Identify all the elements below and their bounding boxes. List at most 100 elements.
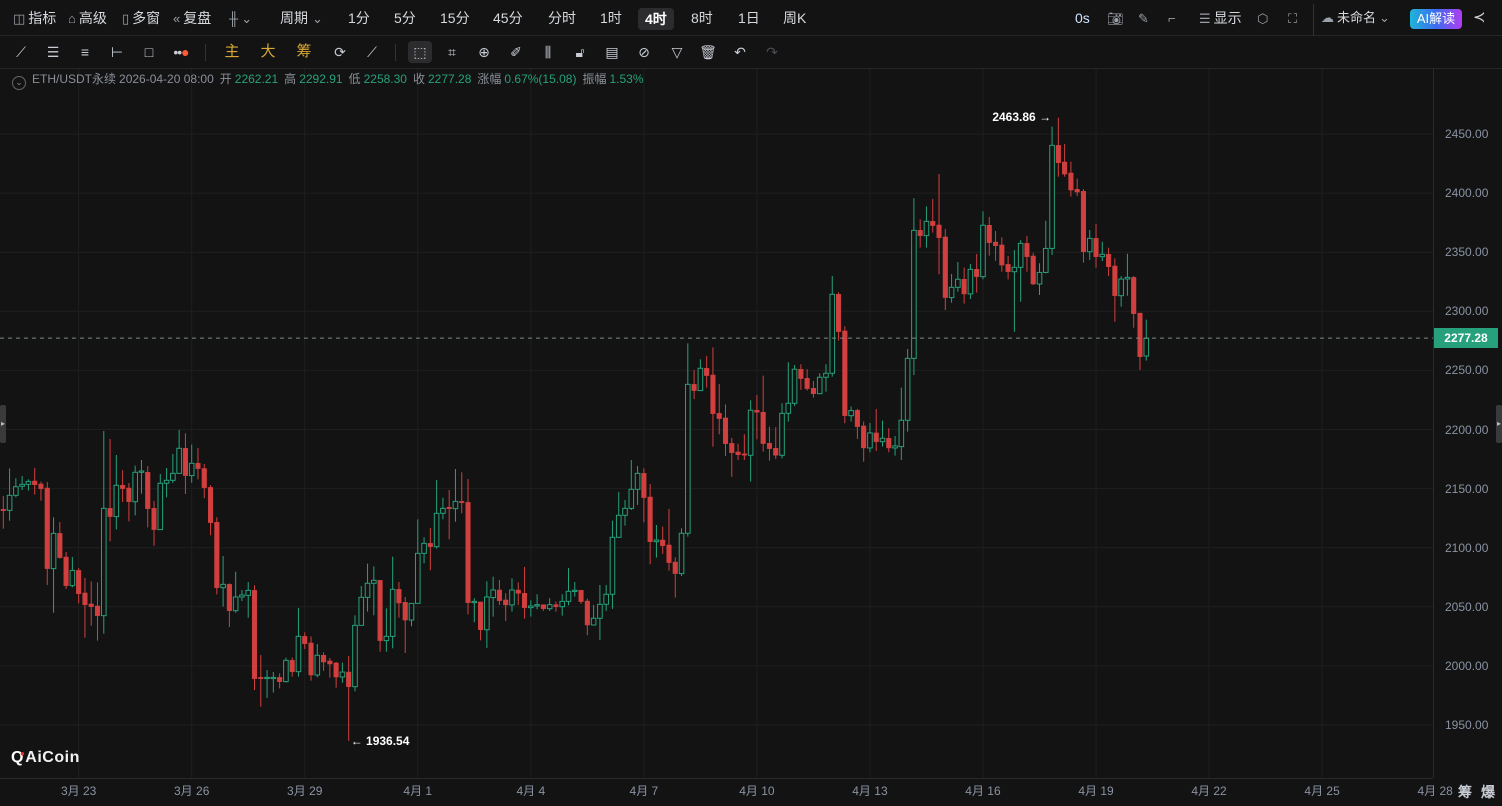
candle[interactable] — [867, 422, 873, 453]
trend-line-tool[interactable]: ⟋ — [9, 41, 33, 63]
collapse-chevron-icon[interactable]: ⌄ — [12, 76, 26, 90]
candle[interactable] — [1062, 144, 1068, 177]
candle[interactable] — [245, 581, 252, 618]
candle[interactable] — [188, 444, 195, 483]
multi-window-button[interactable]: ▯ 多窗 — [122, 0, 160, 36]
interval-1d[interactable]: 1日 — [738, 0, 760, 36]
candle[interactable] — [100, 431, 107, 634]
candle[interactable] — [182, 433, 188, 495]
link-tool[interactable]: ⊘ — [632, 41, 656, 63]
candle[interactable] — [779, 403, 785, 459]
chips-distribution-button[interactable]: 筹 — [1458, 782, 1472, 802]
filter-tool[interactable]: ▽ — [665, 41, 689, 63]
display-button[interactable]: ☰ 显示 — [1199, 0, 1242, 36]
candle[interactable] — [917, 219, 923, 248]
candle[interactable] — [433, 479, 440, 549]
candle[interactable] — [553, 601, 559, 612]
candle[interactable] — [232, 571, 239, 613]
template-tool[interactable]: ▤ — [600, 41, 624, 63]
candle[interactable] — [936, 173, 942, 275]
candle[interactable] — [346, 655, 352, 741]
candle-marker-tool[interactable]: ⫼ — [536, 41, 560, 63]
candle[interactable] — [992, 231, 999, 261]
candle[interactable] — [660, 526, 666, 554]
candle[interactable] — [1112, 258, 1118, 322]
candle[interactable] — [157, 473, 164, 531]
interval-1w[interactable]: 周K — [783, 0, 806, 36]
candle[interactable] — [239, 590, 245, 602]
interval-1h[interactable]: 1时 — [600, 0, 622, 36]
candle[interactable] — [540, 604, 546, 611]
candle[interactable] — [528, 600, 534, 617]
candle[interactable] — [270, 671, 277, 693]
candle[interactable] — [1042, 220, 1049, 274]
candle[interactable] — [1080, 189, 1087, 263]
parallel-channel-tool[interactable]: ☰ — [41, 41, 65, 63]
candle[interactable] — [396, 581, 402, 618]
candle[interactable] — [88, 581, 94, 626]
sync-drawing-tool[interactable]: ⟳ — [328, 41, 352, 63]
candle[interactable] — [735, 443, 741, 460]
candle[interactable] — [722, 404, 729, 456]
delete-tool[interactable]: 🗑︎ — [696, 41, 720, 63]
candle[interactable] — [120, 470, 126, 502]
period-dropdown[interactable]: 周期 ⌄ — [280, 0, 326, 36]
interval-4h[interactable]: 4时 — [638, 8, 674, 30]
candle[interactable] — [57, 522, 63, 559]
candle[interactable] — [948, 273, 955, 303]
liquidation-button[interactable]: 爆 — [1481, 782, 1495, 802]
candle[interactable] — [559, 594, 566, 616]
select-tool[interactable]: ⬚ — [408, 41, 432, 63]
candle[interactable] — [615, 492, 622, 538]
magnet-tool[interactable]: ✐ — [504, 41, 528, 63]
candle[interactable] — [653, 525, 660, 558]
candle[interactable] — [1086, 229, 1093, 261]
candle[interactable] — [942, 228, 948, 310]
candle[interactable] — [132, 465, 138, 516]
candle[interactable] — [414, 519, 421, 604]
candle[interactable] — [521, 566, 528, 619]
indicator-button[interactable]: ◫ 指标 — [13, 0, 56, 36]
right-panel-handle[interactable]: ▸ — [1496, 405, 1502, 443]
big-order-tool[interactable]: 大 — [256, 41, 280, 63]
candle[interactable] — [333, 661, 339, 688]
candle[interactable] — [848, 406, 854, 422]
candle[interactable] — [226, 583, 232, 628]
candlestick-chart[interactable] — [0, 69, 1433, 778]
candle[interactable] — [816, 373, 823, 395]
candle[interactable] — [861, 421, 867, 462]
candle[interactable] — [1068, 161, 1074, 197]
candle[interactable] — [314, 644, 321, 678]
candle[interactable] — [50, 517, 57, 613]
candle[interactable] — [446, 490, 452, 540]
candle[interactable] — [1124, 253, 1131, 296]
candle[interactable] — [289, 657, 295, 677]
candle[interactable] — [1137, 312, 1143, 371]
horizontal-lines-tool[interactable]: ≡ — [73, 41, 97, 63]
candle[interactable] — [798, 364, 804, 390]
candle[interactable] — [741, 434, 747, 460]
settings-button[interactable]: ⬡ — [1257, 0, 1271, 36]
candle[interactable] — [459, 472, 465, 514]
more-tools-button[interactable]: ••● — [169, 41, 193, 63]
share-button[interactable]: ≺ — [1473, 0, 1486, 36]
candle[interactable] — [754, 394, 760, 440]
candle[interactable] — [716, 383, 722, 435]
candle[interactable] — [465, 479, 471, 615]
fullscreen-button[interactable]: ⛶ — [1288, 0, 1300, 36]
candle[interactable] — [967, 264, 974, 300]
candle[interactable] — [283, 657, 289, 683]
candle[interactable] — [170, 453, 176, 484]
candle[interactable] — [207, 485, 214, 536]
candle[interactable] — [597, 584, 603, 640]
candle[interactable] — [1005, 255, 1011, 280]
candle[interactable] — [471, 598, 478, 623]
chart-type-dropdown[interactable]: ╫ ⌄ — [229, 0, 255, 36]
candle[interactable] — [1030, 252, 1036, 286]
candle[interactable] — [1118, 276, 1124, 307]
candle[interactable] — [955, 262, 961, 292]
left-panel-handle[interactable]: ▸ — [0, 405, 6, 443]
candle[interactable] — [704, 355, 710, 388]
candle[interactable] — [628, 459, 635, 510]
candle[interactable] — [113, 455, 120, 530]
